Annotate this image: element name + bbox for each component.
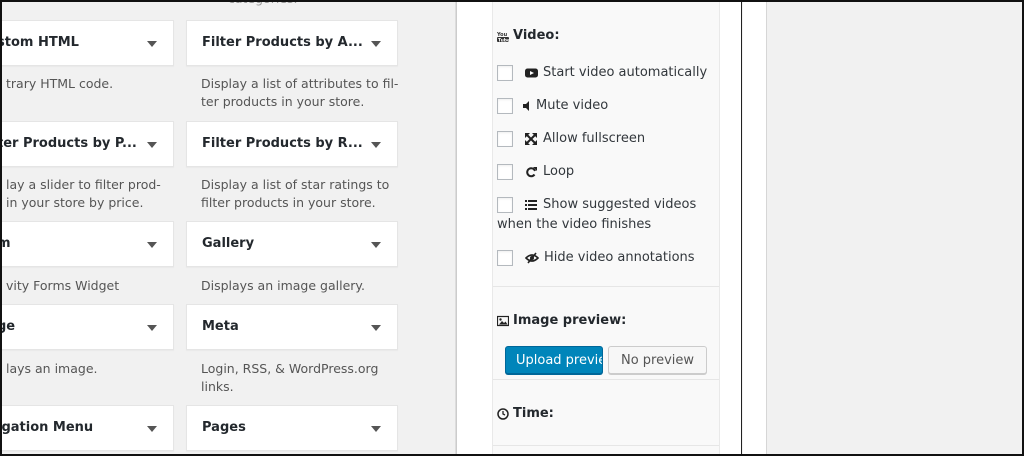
option-mute[interactable]: Mute video bbox=[497, 98, 608, 114]
video-heading-label: Video: bbox=[513, 28, 560, 43]
widget-title: Meta bbox=[202, 319, 239, 334]
widgets-left-column: stom HTML trary HTML code. ter Products … bbox=[2, 2, 214, 454]
chevron-down-icon[interactable] bbox=[371, 142, 381, 148]
chevron-down-icon[interactable] bbox=[371, 325, 381, 331]
widget-meta[interactable]: Meta bbox=[186, 304, 398, 350]
loop-checkbox[interactable] bbox=[497, 164, 513, 180]
divider bbox=[442, 2, 456, 454]
widget-title: Pages bbox=[202, 420, 246, 435]
widget-filter-attributes[interactable]: Filter Products by A... bbox=[186, 20, 398, 66]
widget-desc: Login, RSS, & WordPress.org links. bbox=[201, 361, 379, 394]
widget-custom-html[interactable]: stom HTML bbox=[2, 20, 174, 66]
clock-icon bbox=[497, 407, 509, 420]
autoplay-label: Start video automatically bbox=[543, 65, 708, 80]
eye-slash-icon bbox=[524, 252, 540, 264]
widget-gravity-forms[interactable]: m bbox=[2, 221, 174, 267]
option-label: Mute video bbox=[523, 98, 608, 113]
mute-checkbox[interactable] bbox=[497, 98, 513, 114]
image-preview-heading: Image preview: bbox=[496, 313, 627, 328]
option-label: Loop bbox=[525, 164, 574, 179]
widget-desc: Display a list of attributes to fil- ter… bbox=[201, 76, 399, 109]
option-label: Show suggested videos bbox=[525, 197, 696, 212]
loop-label: Loop bbox=[543, 164, 575, 179]
chevron-down-icon[interactable] bbox=[371, 242, 381, 248]
widget-navigation-menu[interactable]: igation Menu bbox=[2, 405, 174, 451]
video-heading: You Tube Video: bbox=[496, 28, 560, 43]
chevron-down-icon[interactable] bbox=[371, 426, 381, 432]
widget-title: stom HTML bbox=[2, 35, 79, 50]
top-snippet: categories. bbox=[228, 2, 298, 8]
widget-filter-rating[interactable]: Filter Products by R... bbox=[186, 121, 398, 167]
fullscreen-checkbox[interactable] bbox=[497, 131, 513, 147]
option-annotations[interactable]: Hide video annotations bbox=[497, 250, 695, 266]
upload-preview-button[interactable]: Upload preview bbox=[505, 346, 603, 374]
chevron-down-icon[interactable] bbox=[371, 41, 381, 47]
section-divider bbox=[493, 379, 719, 380]
image-icon bbox=[496, 315, 510, 327]
option-autoplay[interactable]: Start video automatically bbox=[497, 65, 707, 81]
youtube-icon bbox=[525, 67, 538, 79]
loop-icon bbox=[525, 166, 538, 178]
chevron-down-icon[interactable] bbox=[147, 242, 157, 248]
option-loop[interactable]: Loop bbox=[497, 164, 574, 180]
widget-title: igation Menu bbox=[2, 420, 94, 435]
widget-title: ter Products by P... bbox=[2, 136, 137, 151]
no-preview-button[interactable]: No preview bbox=[608, 346, 707, 374]
widget-title: Filter Products by A... bbox=[202, 35, 363, 50]
time-label: Time: bbox=[513, 406, 554, 421]
youtube-logo-icon: You Tube bbox=[496, 30, 510, 43]
widget-desc: lays an image. bbox=[6, 361, 98, 376]
volume-icon bbox=[523, 100, 531, 112]
widget-desc: vity Forms Widget bbox=[6, 278, 120, 293]
widget-title: Filter Products by R... bbox=[202, 136, 363, 151]
widget-filter-price[interactable]: ter Products by P... bbox=[2, 121, 174, 167]
widget-gallery[interactable]: Gallery bbox=[186, 221, 398, 267]
chevron-down-icon[interactable] bbox=[147, 142, 157, 148]
widget-image[interactable]: ge bbox=[2, 304, 174, 350]
mute-label: Mute video bbox=[536, 98, 609, 113]
option-label: Start video automatically bbox=[525, 65, 707, 80]
suggested-label-continued: when the video finishes bbox=[497, 217, 652, 232]
option-label: Hide video annotations bbox=[524, 250, 695, 265]
widget-desc: Displays an image gallery. bbox=[201, 278, 365, 293]
widget-desc: trary HTML code. bbox=[6, 76, 114, 91]
fullscreen-label: Allow fullscreen bbox=[543, 131, 646, 146]
chevron-down-icon[interactable] bbox=[147, 325, 157, 331]
time-heading: Time: bbox=[497, 406, 554, 421]
svg-text:Tube: Tube bbox=[498, 37, 509, 42]
list-icon bbox=[525, 199, 538, 211]
section-divider bbox=[493, 445, 719, 446]
chevron-down-icon[interactable] bbox=[147, 41, 157, 47]
annotations-label: Hide video annotations bbox=[544, 250, 695, 265]
fullscreen-icon bbox=[525, 132, 538, 145]
widget-title: m bbox=[2, 236, 11, 251]
option-label: Allow fullscreen bbox=[525, 131, 645, 146]
suggested-label: Show suggested videos bbox=[543, 197, 697, 212]
section-divider bbox=[493, 286, 719, 287]
widget-title: Gallery bbox=[202, 236, 255, 251]
empty-area bbox=[767, 2, 1022, 454]
image-preview-label: Image preview: bbox=[513, 313, 627, 328]
widget-pages[interactable]: Pages bbox=[186, 405, 398, 451]
annotations-checkbox[interactable] bbox=[497, 250, 513, 266]
screenshot-frame: categories. stom HTML trary HTML code. t… bbox=[0, 0, 1024, 456]
widget-desc: lay a slider to filter prod- in your sto… bbox=[6, 177, 161, 210]
autoplay-checkbox[interactable] bbox=[497, 65, 513, 81]
option-fullscreen[interactable]: Allow fullscreen bbox=[497, 131, 645, 147]
available-widgets: categories. stom HTML trary HTML code. t… bbox=[2, 2, 442, 454]
widget-desc: Display a list of star ratings to filter… bbox=[201, 177, 390, 210]
option-suggested[interactable]: Show suggested videos bbox=[497, 197, 696, 213]
chevron-down-icon[interactable] bbox=[147, 426, 157, 432]
divider bbox=[743, 2, 767, 454]
suggested-checkbox[interactable] bbox=[497, 197, 513, 213]
widget-title: ge bbox=[2, 319, 16, 334]
